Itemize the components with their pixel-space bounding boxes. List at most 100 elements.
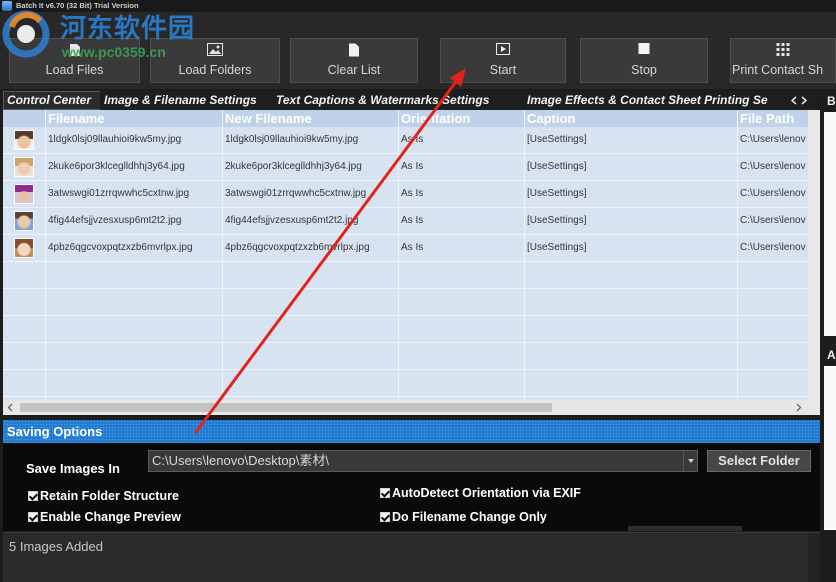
retain-folder-structure-checkbox[interactable] — [28, 491, 38, 501]
status-scrollbar[interactable] — [808, 533, 820, 582]
stop-icon — [638, 43, 650, 54]
header-orientation[interactable]: Orientation — [398, 110, 524, 127]
tab-scroll-left-icon[interactable] — [790, 96, 798, 105]
side-panel-upper-area — [824, 112, 836, 336]
file-grid[interactable]: Filename New Filename Orientation Captio… — [3, 110, 820, 415]
save-path-combobox[interactable]: C:\Users\lenovo\Desktop\素材\ — [148, 450, 698, 472]
autodetect-orientation-checkbox[interactable] — [380, 488, 390, 498]
select-folder-button[interactable]: Select Folder — [707, 450, 811, 472]
document-icon — [349, 43, 359, 57]
filename-cell: 4fig44efsjjvzesxusp6mt2t2.jpg — [48, 215, 182, 226]
thumbnail-image — [14, 211, 34, 231]
load-folders-label: Load Folders — [178, 63, 252, 77]
side-panel-upper-label: B — [827, 94, 836, 108]
caption-cell[interactable]: [UseSettings] — [524, 181, 737, 207]
load-files-label: Load Files — [45, 63, 104, 77]
table-row[interactable]: 4pbz6qgcvoxpqtzxzb6mvrlpx.jpg 4pbz6qgcvo… — [3, 235, 808, 262]
tab-text-captions-watermarks[interactable]: Text Captions & Watermarks Settings — [272, 91, 522, 110]
tab-control-center[interactable]: Control Center — [3, 91, 101, 110]
caption-cell[interactable]: [UseSettings] — [524, 127, 737, 153]
clear-list-label: Clear List — [327, 63, 381, 77]
filename-change-only-checkbox[interactable] — [380, 512, 390, 522]
orientation-cell[interactable]: As Is — [398, 208, 524, 234]
autodetect-orientation-label[interactable]: AutoDetect Orientation via EXIF — [392, 486, 581, 501]
start-label: Start — [489, 63, 517, 77]
status-message: 5 Images Added — [9, 539, 103, 554]
orientation-cell[interactable]: As Is — [398, 127, 524, 153]
stop-label: Stop — [631, 63, 657, 77]
header-file-path[interactable]: File Path — [737, 110, 808, 127]
scroll-left-icon[interactable] — [7, 403, 13, 412]
vertical-scrollbar[interactable] — [808, 110, 820, 415]
thumbnail-cell — [3, 181, 45, 207]
caption-cell[interactable]: [UseSettings] — [524, 208, 737, 234]
caption-cell[interactable]: [UseSettings] — [524, 235, 737, 261]
header-caption[interactable]: Caption — [524, 110, 737, 127]
table-row[interactable]: 1ldgk0lsj09llauhioi9kw5my.jpg 1ldgk0lsj0… — [3, 127, 808, 154]
watermark-site-url: www.pc0359.cn — [62, 44, 166, 60]
filename-cell: 1ldgk0lsj09llauhioi9kw5my.jpg — [48, 134, 182, 145]
horizontal-scrollbar[interactable] — [3, 400, 808, 415]
thumbnail-cell — [3, 154, 45, 180]
orientation-cell[interactable]: As Is — [398, 154, 524, 180]
side-panel-lower-label: A — [827, 348, 836, 362]
start-button[interactable]: Start — [440, 38, 566, 83]
watermark-logo — [2, 10, 50, 58]
orientation-cell[interactable]: As Is — [398, 181, 524, 207]
watermark-site-name: 河东软件园 — [60, 13, 196, 43]
table-row[interactable]: 2kuke6por3klceglldhhj3y64.jpg 2kuke6por3… — [3, 154, 808, 181]
header-new-filename[interactable]: New Filename — [222, 110, 398, 127]
orientation-cell[interactable]: As Is — [398, 235, 524, 261]
image-icon — [207, 43, 223, 56]
grid-header: Filename New Filename Orientation Captio… — [3, 110, 808, 127]
status-log — [3, 532, 820, 582]
file-path-cell: C:\Users\lenov — [740, 161, 806, 172]
horizontal-scroll-thumb[interactable] — [20, 403, 552, 412]
tab-scroll-right-icon[interactable] — [800, 96, 808, 105]
print-contact-sheet-button[interactable]: Print Contact Sh — [730, 38, 836, 83]
file-path-cell: C:\Users\lenov — [740, 242, 806, 253]
options-divider — [628, 526, 742, 531]
thumbnail-image — [14, 130, 34, 150]
stop-button[interactable]: Stop — [580, 38, 708, 83]
new-filename-cell[interactable]: 1ldgk0lsj09llauhioi9kw5my.jpg — [222, 127, 398, 153]
header-filename[interactable]: Filename — [45, 110, 222, 127]
tab-image-effects-contact-sheet[interactable]: Image Effects & Contact Sheet Printing S… — [523, 91, 787, 110]
new-filename-cell[interactable]: 4pbz6qgcvoxpqtzxzb6mvrlpx.jpg — [222, 235, 398, 261]
print-contact-sheet-label: Print Contact Sh — [732, 63, 824, 77]
saving-options-header — [3, 420, 820, 443]
file-path-cell: C:\Users\lenov — [740, 188, 806, 199]
play-icon — [496, 43, 510, 55]
thumbnail-cell — [3, 235, 45, 261]
saving-options-title: Saving Options — [7, 424, 103, 439]
chevron-down-icon[interactable] — [683, 451, 697, 471]
grid-body: 1ldgk0lsj09llauhioi9kw5my.jpg 1ldgk0lsj0… — [3, 127, 808, 400]
header-thumbnail[interactable] — [3, 110, 45, 127]
thumbnail-image — [14, 238, 34, 258]
new-filename-cell[interactable]: 4fig44efsjjvzesxusp6mt2t2.jpg — [222, 208, 398, 234]
tab-image-filename-settings[interactable]: Image & Filename Settings — [100, 91, 272, 110]
clear-list-button[interactable]: Clear List — [290, 38, 418, 83]
save-path-value: C:\Users\lenovo\Desktop\素材\ — [152, 453, 330, 468]
scroll-right-icon[interactable] — [796, 403, 802, 412]
contact-sheet-icon — [776, 43, 790, 56]
thumbnail-cell — [3, 127, 45, 153]
new-filename-cell[interactable]: 2kuke6por3klceglldhhj3y64.jpg — [222, 154, 398, 180]
enable-change-preview-label[interactable]: Enable Change Preview — [40, 510, 181, 525]
table-row[interactable]: 4fig44efsjjvzesxusp6mt2t2.jpg 4fig44efsj… — [3, 208, 808, 235]
thumbnail-image — [14, 157, 34, 177]
filename-cell: 4pbz6qgcvoxpqtzxzb6mvrlpx.jpg — [48, 242, 193, 253]
table-row[interactable]: 3atwswgi01zrrqwwhc5cxtnw.jpg 3atwswgi01z… — [3, 181, 808, 208]
new-filename-cell[interactable]: 3atwswgi01zrrqwwhc5cxtnw.jpg — [222, 181, 398, 207]
file-path-cell: C:\Users\lenov — [740, 134, 806, 145]
filename-cell: 3atwswgi01zrrqwwhc5cxtnw.jpg — [48, 188, 190, 199]
thumbnail-image — [14, 184, 34, 204]
save-images-in-label: Save Images In — [26, 461, 120, 476]
retain-folder-structure-label[interactable]: Retain Folder Structure — [40, 489, 179, 504]
filename-cell: 2kuke6por3klceglldhhj3y64.jpg — [48, 161, 185, 172]
enable-change-preview-checkbox[interactable] — [28, 512, 38, 522]
caption-cell[interactable]: [UseSettings] — [524, 154, 737, 180]
thumbnail-cell — [3, 208, 45, 234]
filename-change-only-label[interactable]: Do Filename Change Only — [392, 510, 547, 525]
file-path-cell: C:\Users\lenov — [740, 215, 806, 226]
